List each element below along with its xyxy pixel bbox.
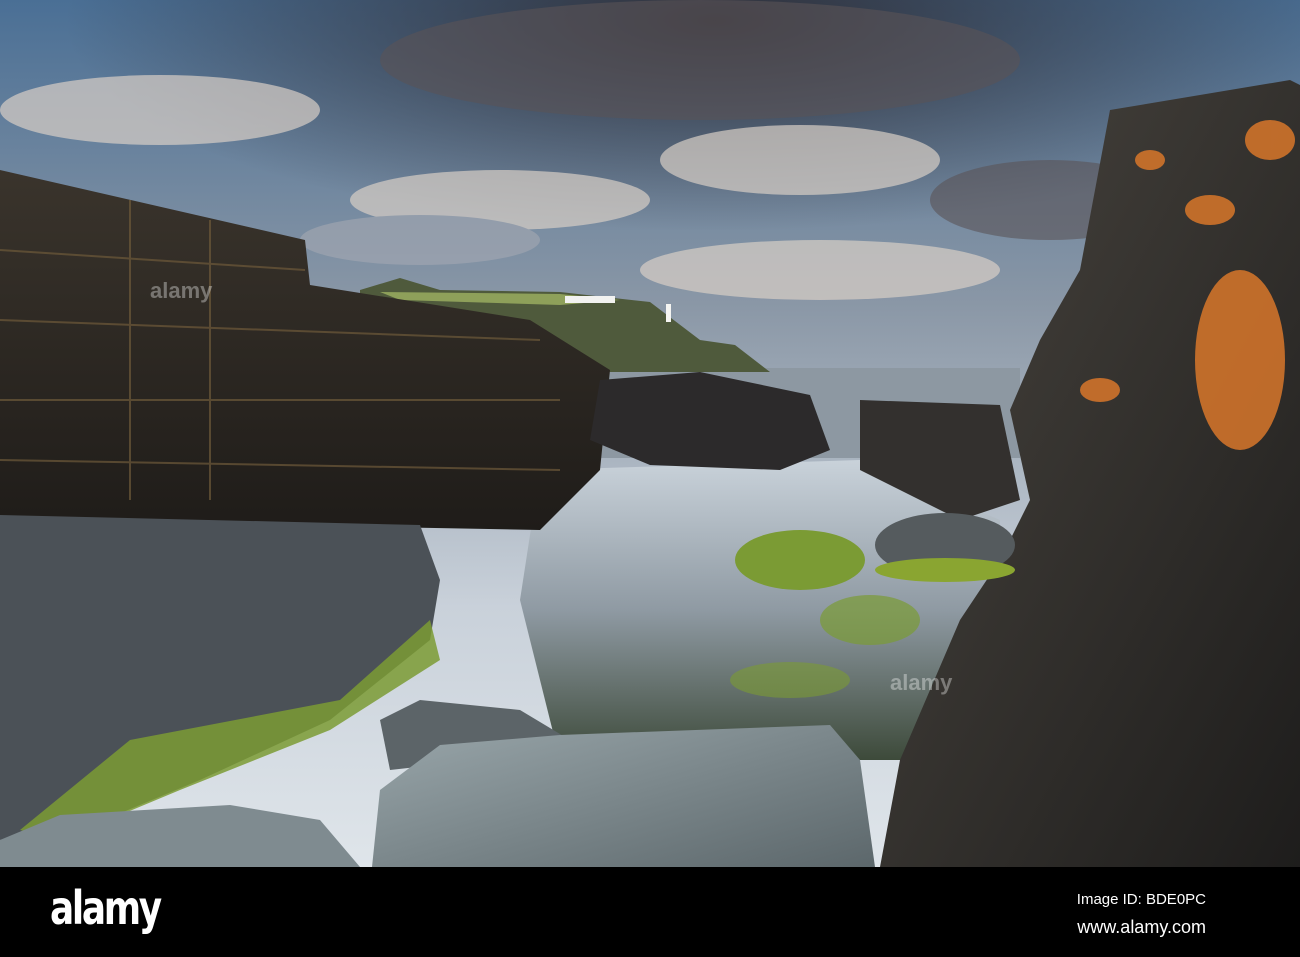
footer-bar: alamy Image ID: BDE0PC www.alamy.com <box>0 867 1300 957</box>
alamy-logo: alamy <box>50 881 162 935</box>
image-id: Image ID: BDE0PC <box>1076 891 1206 908</box>
watermark: alamy <box>150 278 213 303</box>
website-link[interactable]: www.alamy.com <box>1077 917 1206 938</box>
watermark: alamy <box>890 670 953 695</box>
landscape-photo <box>0 0 1300 867</box>
boulder <box>372 725 875 867</box>
